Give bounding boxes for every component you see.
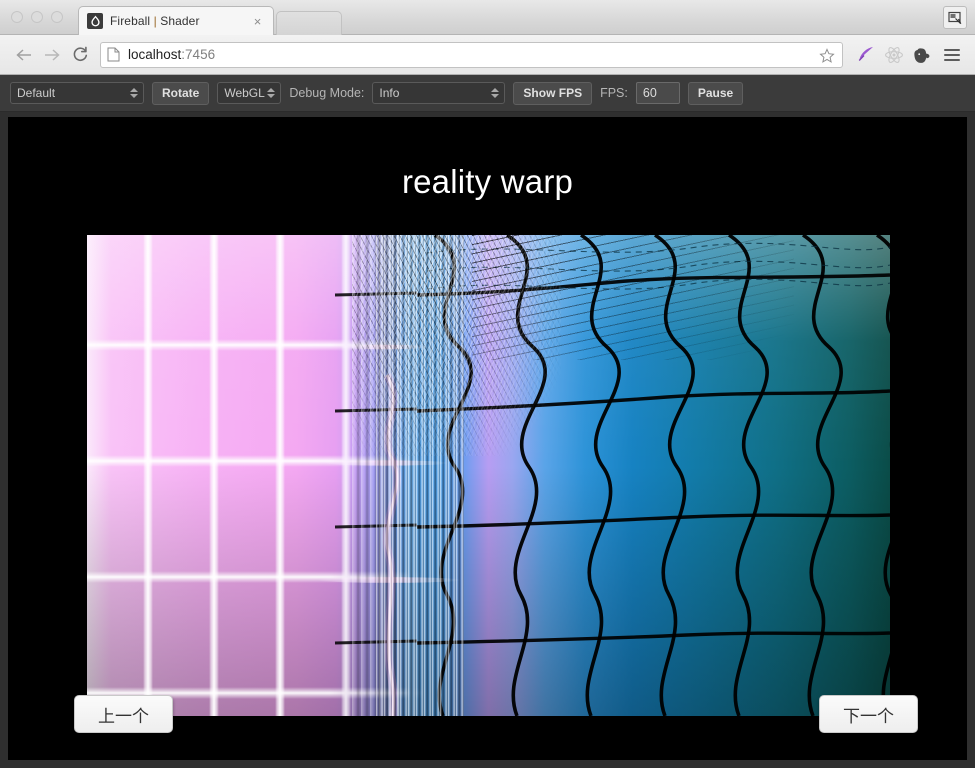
tab-title: Fireball | Shader (110, 14, 200, 28)
new-tab-button[interactable] (276, 11, 342, 35)
reload-icon[interactable] (66, 41, 94, 69)
stepper-arrows-icon (130, 88, 138, 98)
close-window-button[interactable] (11, 11, 23, 23)
browser-window: Fireball | Shader × localhost:7456 Defau… (0, 0, 975, 768)
document-icon (107, 47, 120, 62)
menu-line (944, 53, 960, 56)
address-bar[interactable]: localhost:7456 (100, 41, 843, 68)
minimize-window-button[interactable] (31, 11, 43, 23)
shader-canvas[interactable] (87, 235, 890, 716)
maximize-window-button[interactable] (51, 11, 63, 23)
rotate-button[interactable]: Rotate (152, 81, 210, 105)
tab-title-separator: | (153, 14, 157, 28)
shader-viewport: reality warp 上一个 下一个 (8, 117, 967, 760)
debug-mode-label: Debug Mode: (289, 86, 365, 100)
tab-title-main: Fireball (110, 14, 151, 28)
evernote-icon[interactable] (909, 42, 935, 68)
fps-input[interactable]: 60 (635, 82, 680, 104)
shader-ripple-fan (472, 235, 794, 361)
renderer-select[interactable]: WebGL (217, 82, 282, 104)
tab-title-sub: Shader (160, 14, 200, 28)
feather-icon[interactable] (853, 42, 879, 68)
menu-line (944, 58, 960, 61)
hamburger-menu-icon[interactable] (939, 42, 965, 68)
next-shader-button[interactable]: 下一个 (819, 695, 918, 733)
close-tab-button[interactable]: × (251, 15, 264, 28)
fireball-droplet-icon (87, 13, 103, 29)
back-icon[interactable] (10, 41, 38, 69)
stepper-arrows-icon (491, 88, 500, 98)
previous-shader-button[interactable]: 上一个 (74, 695, 173, 733)
url-port: :7456 (181, 47, 216, 62)
debug-mode-select-value: Info (379, 86, 400, 100)
url-text: localhost:7456 (128, 47, 215, 62)
shader-render-output (87, 235, 890, 716)
page-title: reality warp (401, 163, 574, 200)
fps-label: FPS: (600, 86, 628, 100)
profile-select-value: Default (17, 86, 56, 100)
menu-line (944, 48, 960, 51)
window-controls (11, 11, 63, 23)
show-fps-button[interactable]: Show FPS (513, 81, 593, 105)
bookmark-star-icon[interactable] (817, 46, 837, 66)
screenshot-icon[interactable] (943, 6, 967, 29)
stepper-arrows-icon (267, 88, 276, 98)
app-toolbar: Default Rotate WebGL Debug Mode: Info Sh… (0, 75, 975, 112)
url-host: localhost (128, 47, 182, 62)
browser-tab[interactable]: Fireball | Shader × (78, 6, 274, 35)
title-bar: Fireball | Shader × (0, 0, 975, 35)
react-icon[interactable] (881, 42, 907, 68)
profile-select[interactable]: Default (10, 82, 144, 104)
navigation-bar: localhost:7456 (0, 35, 975, 75)
pause-button[interactable]: Pause (687, 81, 744, 105)
debug-mode-select[interactable]: Info (372, 82, 506, 104)
forward-icon[interactable] (38, 41, 66, 69)
